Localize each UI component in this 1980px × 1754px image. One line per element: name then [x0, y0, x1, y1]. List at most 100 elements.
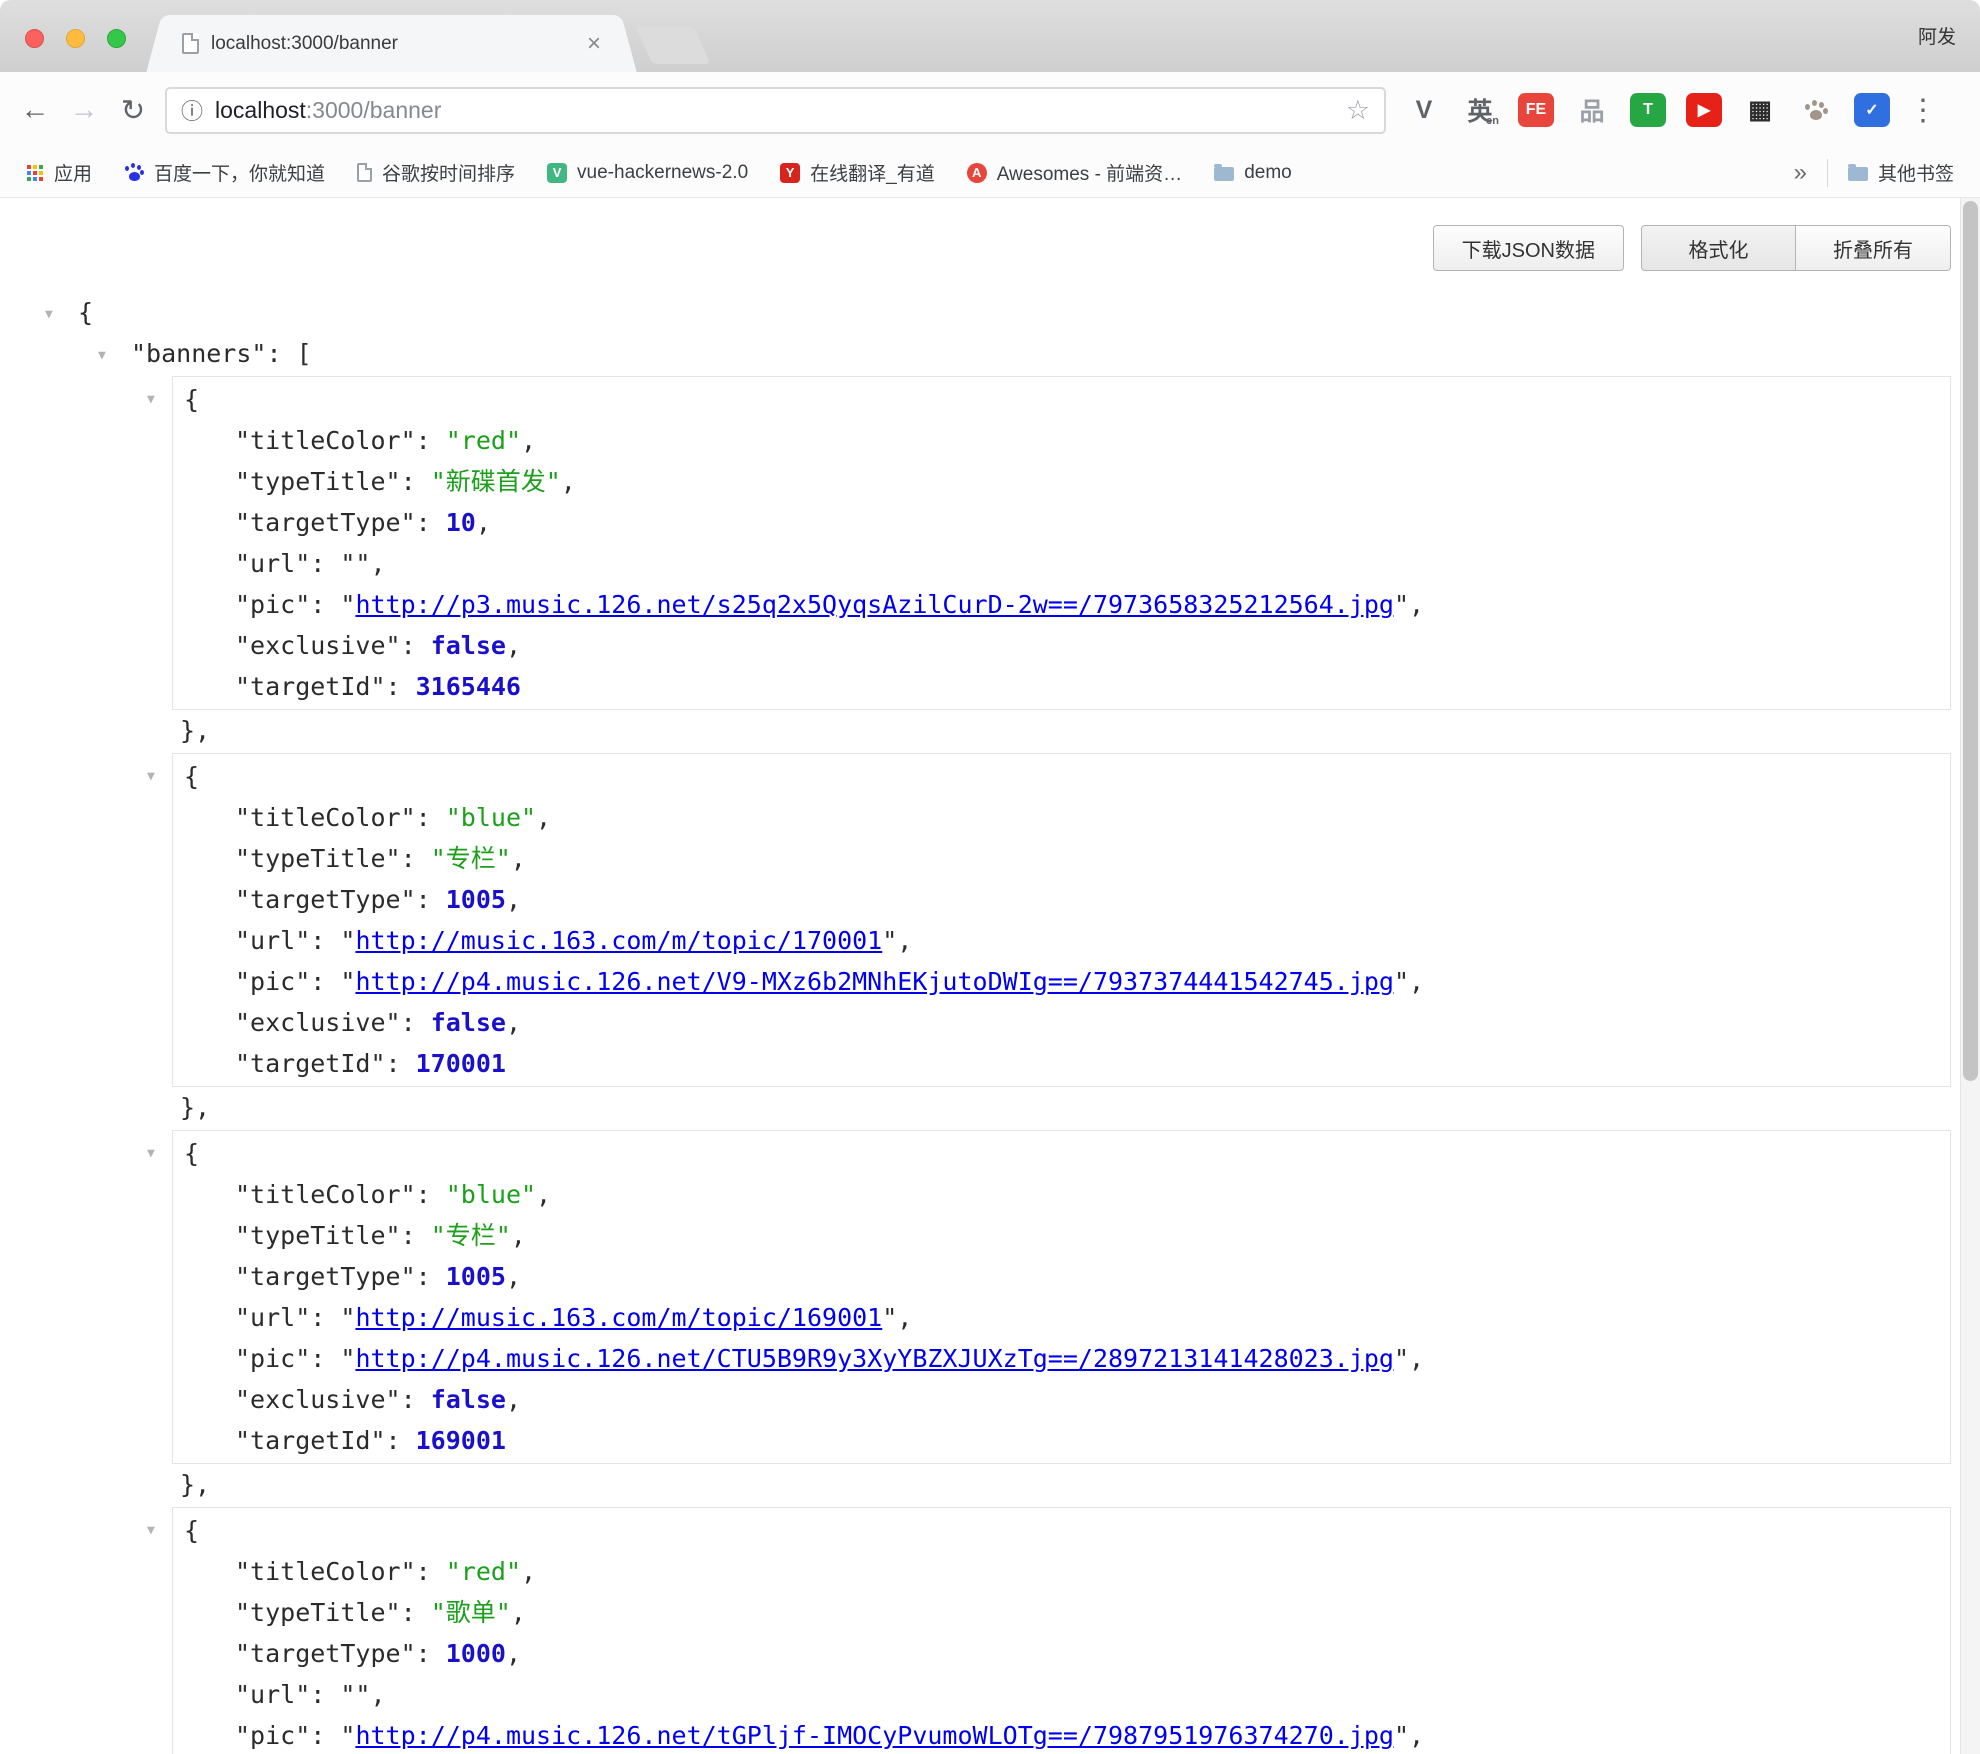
bookmark-item[interactable]: 应用 — [26, 159, 92, 186]
json-url-link[interactable]: http://p4.music.126.net/tGPljf-IMOCyPvum… — [355, 1721, 1394, 1750]
translate-extension-icon[interactable]: 英en — [1462, 93, 1498, 127]
t-shield-extension-icon[interactable]: T — [1630, 93, 1666, 127]
json-property: "targetId": 169001 — [173, 1420, 1950, 1461]
collapse-triangle-icon[interactable]: ▼ — [147, 1510, 167, 1551]
vimium-extension-icon[interactable]: V — [1406, 93, 1442, 127]
json-comma: , — [521, 1557, 536, 1586]
bookmarks-divider — [1827, 159, 1828, 187]
chrome-menu-icon[interactable]: ⋮ — [1908, 93, 1938, 128]
json-quote: " — [882, 1303, 897, 1332]
json-object-box: ▼{"titleColor": "blue","typeTitle": "专栏"… — [172, 1130, 1951, 1464]
forward-icon[interactable]: → — [65, 94, 103, 127]
page-info-icon[interactable]: ⓘ — [181, 94, 203, 126]
folder-icon — [1848, 167, 1868, 181]
json-viewer: ▼{ ▼"banners": [ ▼{"titleColor": "red","… — [0, 198, 1980, 1754]
json-empty-string: "" — [340, 549, 370, 578]
json-number-value: 170001 — [416, 1049, 506, 1078]
browser-tab[interactable]: localhost:3000/banner × — [164, 15, 619, 72]
json-key: "titleColor" — [235, 1557, 416, 1586]
json-key: "targetId" — [235, 1426, 386, 1455]
json-url-link[interactable]: http://music.163.com/m/topic/170001 — [355, 926, 882, 955]
collapse-triangle-icon[interactable]: ▼ — [147, 1133, 167, 1174]
minimize-window-button[interactable] — [66, 29, 85, 48]
zoom-window-button[interactable] — [107, 29, 126, 48]
json-colon: : — [416, 803, 446, 832]
bookmark-item[interactable]: Y在线翻译_有道 — [780, 159, 935, 186]
json-comma: , — [476, 508, 491, 537]
bookmark-star-icon[interactable]: ☆ — [1346, 95, 1370, 126]
url-bar[interactable]: ⓘ localhost:3000/banner ☆ — [165, 87, 1386, 134]
new-tab-button[interactable] — [636, 26, 711, 64]
json-url-link[interactable]: http://music.163.com/m/topic/169001 — [355, 1303, 882, 1332]
json-property: "targetType": 1000, — [173, 1633, 1950, 1674]
collapse-all-button[interactable]: 折叠所有 — [1796, 225, 1951, 271]
bookmark-item[interactable]: demo — [1214, 162, 1292, 184]
bookmark-label: 在线翻译_有道 — [810, 159, 935, 186]
json-object: ▼{"titleColor": "blue","typeTitle": "专栏"… — [0, 753, 1980, 1128]
bookmarks-overflow-chevron[interactable]: » — [1794, 159, 1807, 187]
json-comma: , — [536, 803, 551, 832]
json-comma: , — [511, 844, 526, 873]
json-colon: : — [310, 1344, 340, 1373]
json-key: "typeTitle" — [235, 844, 401, 873]
json-property: "pic": "http://p4.music.126.net/V9-MXz6b… — [173, 961, 1950, 1002]
json-open-brace: { — [184, 385, 199, 414]
shield-check-extension-icon[interactable]: ✓ — [1854, 93, 1890, 127]
url-path: :3000/banner — [306, 97, 442, 123]
collapse-triangle-icon[interactable]: ▼ — [147, 379, 167, 420]
scrollbar-thumb[interactable] — [1963, 201, 1978, 1081]
json-key: "pic" — [235, 590, 310, 619]
tab-close-icon[interactable]: × — [587, 32, 601, 56]
json-comma: , — [536, 1180, 551, 1209]
reload-icon[interactable]: ↻ — [114, 93, 152, 128]
back-icon[interactable]: ← — [16, 94, 54, 127]
bookmark-item[interactable]: 谷歌按时间排序 — [357, 159, 515, 186]
json-open-line: ▼{ — [173, 756, 1950, 797]
download-json-button[interactable]: 下载JSON数据 — [1433, 225, 1624, 271]
json-colon: : — [416, 885, 446, 914]
json-comma: , — [506, 1262, 521, 1291]
json-property: "url": "http://music.163.com/m/topic/169… — [173, 1297, 1950, 1338]
collapse-triangle-icon[interactable]: ▼ — [45, 294, 78, 335]
youtube-extension-icon[interactable]: ▶ — [1686, 93, 1722, 127]
json-number-value: 1005 — [446, 885, 506, 914]
fe-extension-icon[interactable]: FE — [1518, 93, 1554, 127]
json-page-buttons: 下载JSON数据 格式化 折叠所有 — [1433, 225, 1951, 271]
bookmark-label: 百度一下，你就知道 — [154, 159, 325, 186]
json-colon: : — [401, 1385, 431, 1414]
json-colon: : — [416, 426, 446, 455]
group-extension-icon[interactable]: 品 — [1574, 93, 1610, 127]
bookmark-item[interactable]: Vvue-hackernews-2.0 — [547, 162, 748, 184]
json-string-value: "歌单" — [431, 1598, 511, 1627]
browser-toolbar: ← → ↻ ⓘ localhost:3000/banner ☆ V 英en FE 品T… — [0, 72, 1980, 148]
collapse-triangle-icon[interactable]: ▼ — [98, 335, 131, 376]
json-colon: : — [416, 1557, 446, 1586]
vertical-scrollbar[interactable] — [1960, 198, 1980, 1754]
json-url-link[interactable]: http://p4.music.126.net/CTU5B9R9y3XyYBZX… — [355, 1344, 1394, 1373]
bookmark-item[interactable]: AAwesomes - 前端资… — [967, 159, 1182, 186]
other-bookmarks[interactable]: 其他书签 — [1848, 159, 1954, 186]
json-empty-string: "" — [340, 1680, 370, 1709]
bookmark-item[interactable]: 百度一下，你就知道 — [124, 159, 325, 186]
json-quote: " — [1394, 590, 1409, 619]
qrcode-extension-icon[interactable]: ▦ — [1742, 93, 1778, 127]
apps-icon — [26, 164, 44, 182]
json-url-link[interactable]: http://p3.music.126.net/s25q2x5QyqsAzilC… — [355, 590, 1394, 619]
profile-name[interactable]: 阿发 — [1918, 22, 1956, 49]
json-colon: : — [386, 1049, 416, 1078]
json-colon: : — [310, 549, 340, 578]
json-comma: , — [1409, 1721, 1424, 1750]
json-property: "url": "", — [173, 543, 1950, 584]
json-url-link[interactable]: http://p4.music.126.net/V9-MXz6b2MNhEKju… — [355, 967, 1394, 996]
json-key: "targetId" — [235, 672, 386, 701]
close-window-button[interactable] — [25, 29, 44, 48]
paw-extension-icon[interactable] — [1798, 93, 1834, 127]
json-key: "targetId" — [235, 1049, 386, 1078]
bookmark-label: 谷歌按时间排序 — [382, 159, 515, 186]
collapse-triangle-icon[interactable]: ▼ — [147, 756, 167, 797]
json-comma: , — [1409, 590, 1424, 619]
json-colon: : — [401, 1008, 431, 1037]
format-button[interactable]: 格式化 — [1641, 225, 1796, 271]
json-colon: : — [401, 1221, 431, 1250]
group-extension-icon-glyph: 品 — [1579, 92, 1604, 128]
